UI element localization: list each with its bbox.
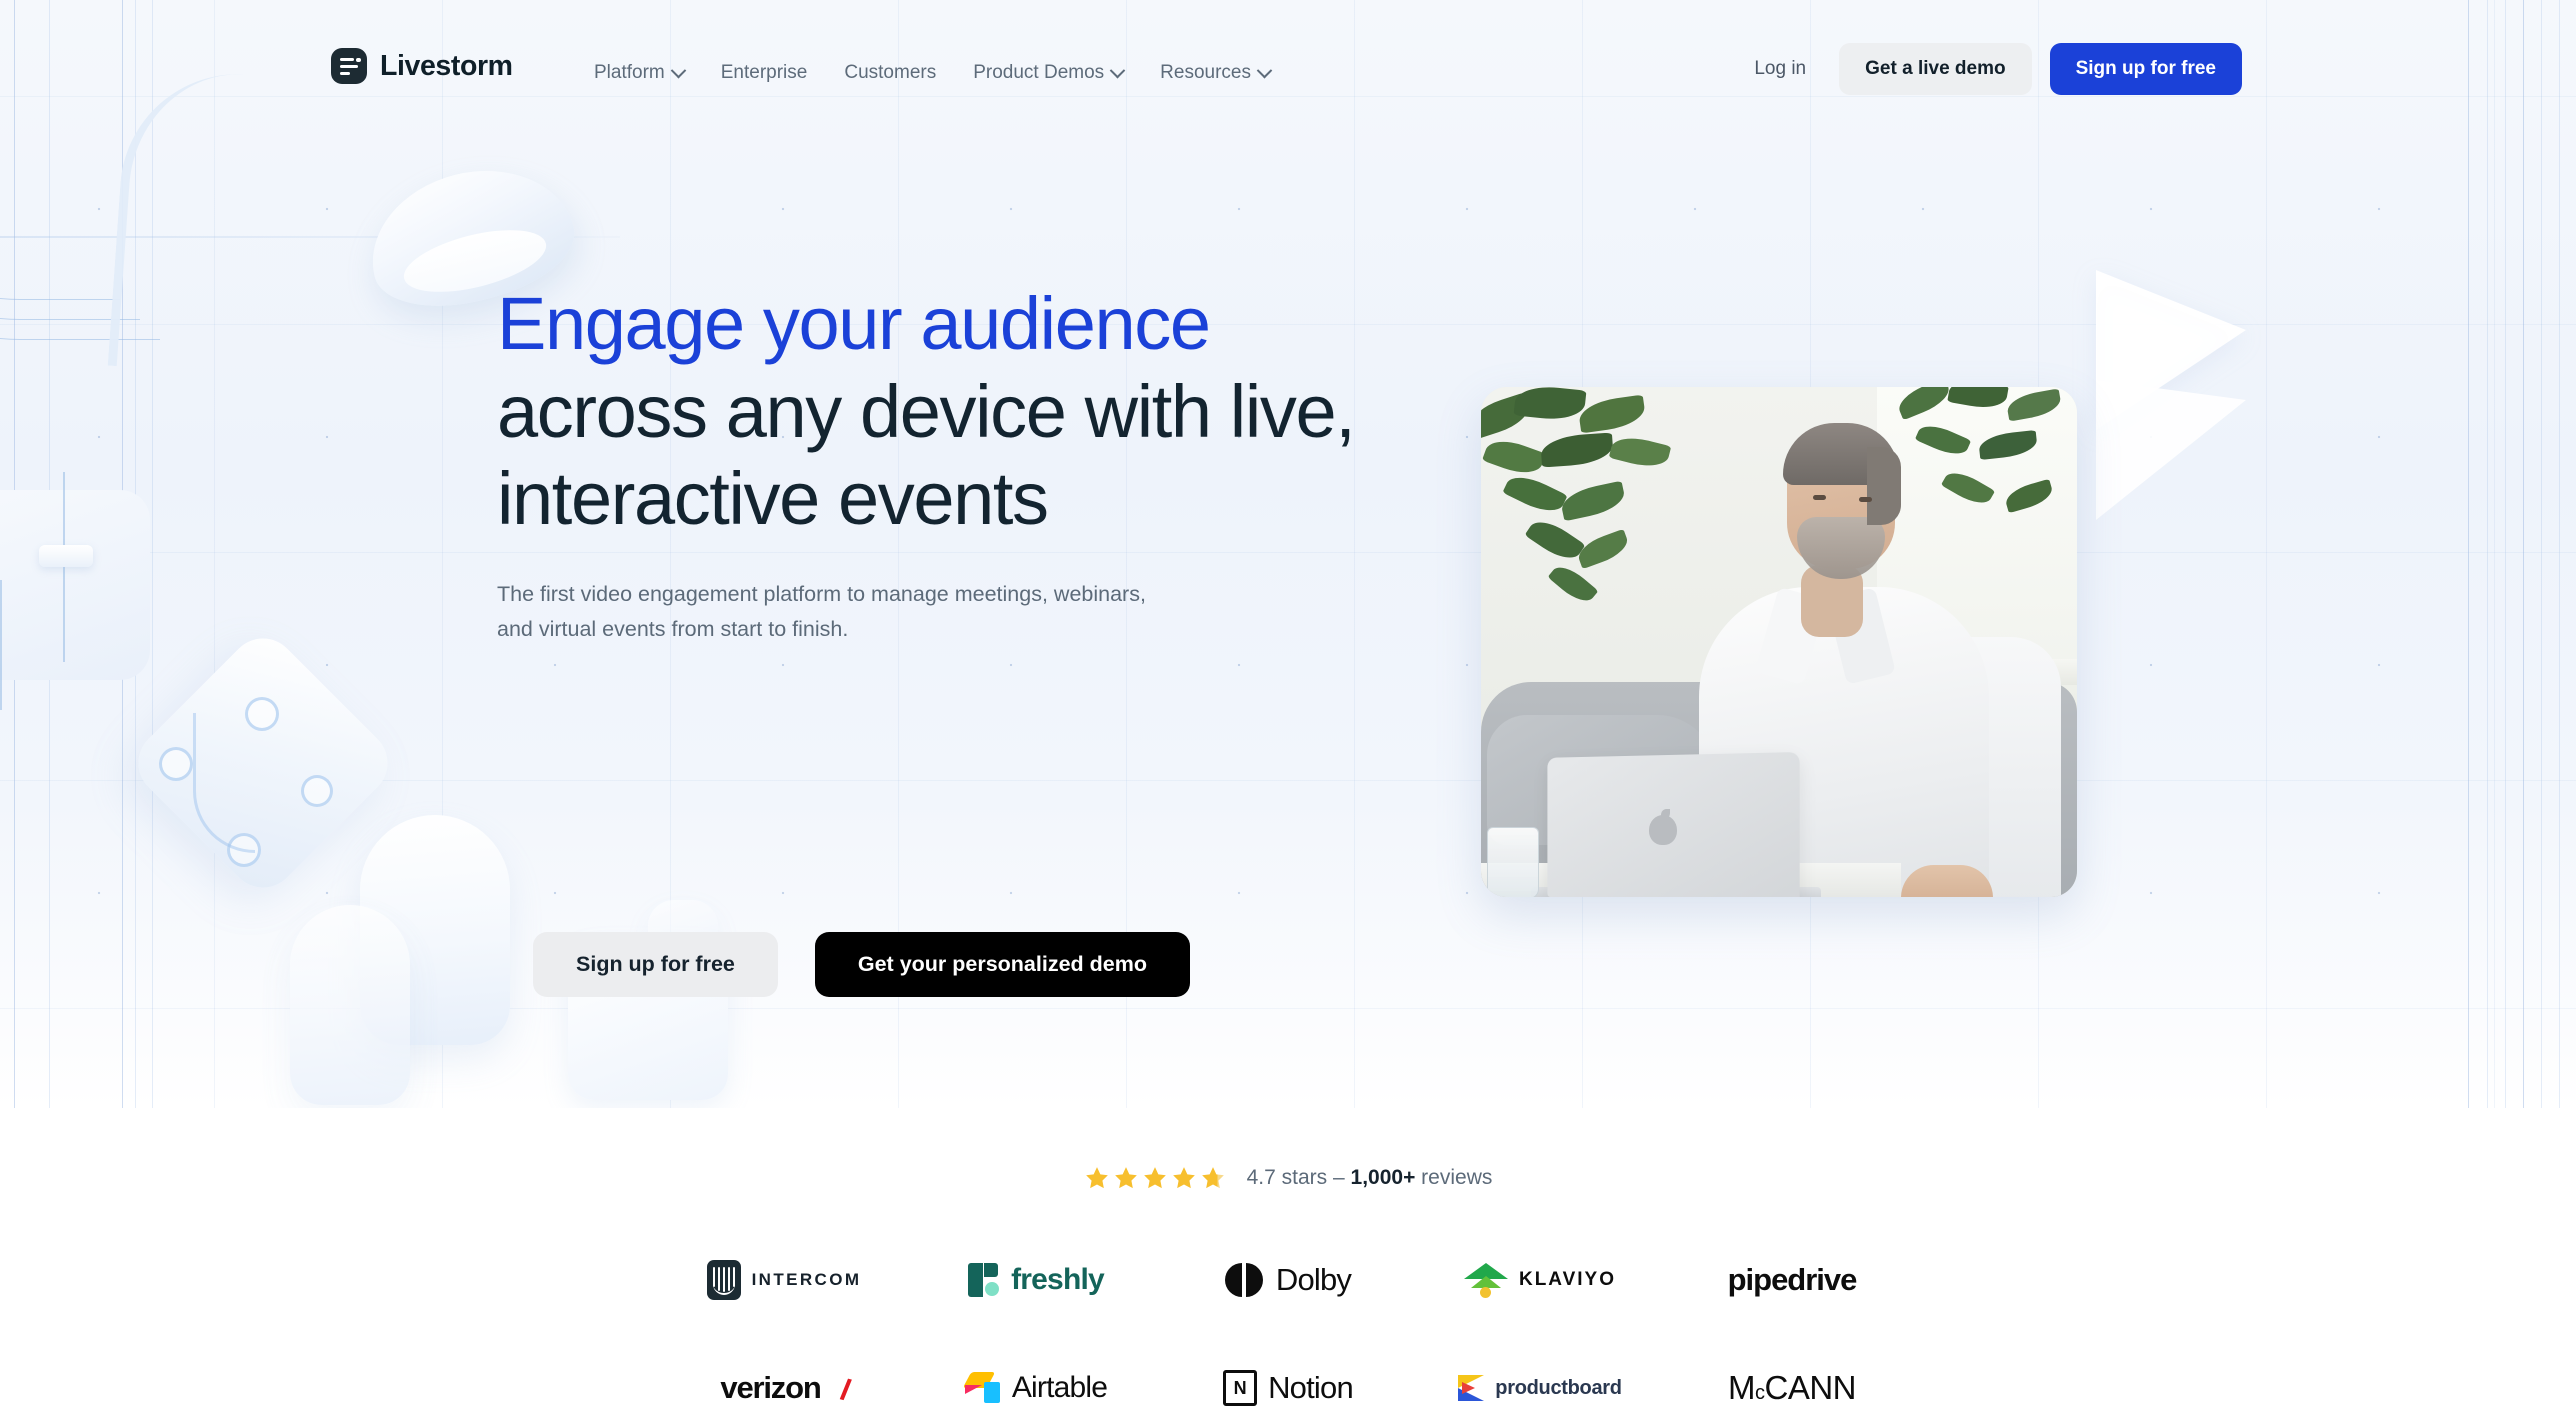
nav-item-platform[interactable]: Platform xyxy=(594,62,687,84)
rating-row: 4.7 stars – 1,000+ reviews xyxy=(0,1165,2576,1191)
hero-signup-free-button[interactable]: Sign up for free xyxy=(533,932,778,997)
deco-arrow xyxy=(2096,270,2396,530)
deco-rvline-6 xyxy=(2559,0,2560,1108)
nav-item-customers[interactable]: Customers xyxy=(844,62,936,84)
nav-item-enterprise-label: Enterprise xyxy=(720,62,808,83)
review-count: 1,000+ xyxy=(1350,1166,1416,1189)
hero-personalized-demo-button[interactable]: Get your personalized demo xyxy=(814,932,1190,997)
customer-logos: INTERCOM freshly Dolby KLAVIYO pipedrive… xyxy=(658,1226,1918,1409)
deco-rvline-3 xyxy=(2505,0,2506,1108)
deco-slider-stem xyxy=(63,472,65,662)
intercom-label: INTERCOM xyxy=(751,1270,862,1289)
hero-cta-row: Sign up for free Get your personalized d… xyxy=(533,932,1190,997)
headline-rest: across any device with live, interactive… xyxy=(497,369,1356,541)
freshly-icon xyxy=(968,1263,1000,1297)
logo-airtable: Airtable xyxy=(910,1358,1162,1409)
brand-logo[interactable]: Livestorm xyxy=(331,48,513,84)
hero-image-hair-side xyxy=(1867,447,1901,525)
logo-freshly: freshly xyxy=(910,1250,1162,1310)
review-label: reviews xyxy=(1415,1166,1493,1189)
hero-image-plant-right xyxy=(1887,387,2077,561)
logo-notion: N Notion xyxy=(1162,1358,1414,1409)
headline-highlight: Engage your audience xyxy=(497,282,1211,365)
livestorm-mark-icon xyxy=(331,48,367,84)
logo-intercom: INTERCOM xyxy=(658,1250,910,1310)
rating-value: 4.7 stars xyxy=(1246,1166,1328,1189)
star-icon-5 xyxy=(1200,1165,1226,1191)
hero-image-apple-logo-icon xyxy=(1649,815,1677,845)
notion-icon: N xyxy=(1223,1370,1258,1406)
airtable-icon xyxy=(962,1372,1001,1404)
star-icon-4 xyxy=(1171,1165,1197,1191)
logo-mccann: McCANN xyxy=(1666,1358,1918,1409)
verizon-label: verizon xyxy=(720,1370,821,1405)
logo-verizon: verizon xyxy=(658,1358,910,1409)
nav-links: Platform Enterprise Customers Product De… xyxy=(594,62,1273,84)
productboard-label: productboard xyxy=(1495,1376,1622,1399)
notion-icon-letter: N xyxy=(1233,1377,1247,1398)
rating-text: 4.7 stars – 1,000+ reviews xyxy=(1247,1166,1493,1190)
hero-image-plant-left xyxy=(1481,387,1731,647)
nav-item-resources[interactable]: Resources xyxy=(1160,62,1273,84)
logo-productboard: productboard xyxy=(1414,1358,1666,1409)
page-root: Livestorm Platform Enterprise Customers … xyxy=(0,0,2576,1409)
nav-item-platform-label: Platform xyxy=(594,62,665,83)
logo-dolby: Dolby xyxy=(1162,1250,1414,1310)
pipedrive-label: pipedrive xyxy=(1727,1262,1858,1297)
dolby-icon xyxy=(1224,1263,1265,1297)
logo-row-2: verizon Airtable N Notion productboard M… xyxy=(658,1334,1918,1409)
logo-pipedrive: pipedrive xyxy=(1666,1250,1918,1310)
brand-name: Livestorm xyxy=(380,49,513,82)
signup-free-button[interactable]: Sign up for free xyxy=(2049,43,2242,95)
chevron-down-icon xyxy=(1256,62,1273,78)
mccann-m: M xyxy=(1727,1369,1756,1406)
hero-image xyxy=(1481,387,2077,897)
hero-subcopy: The first video engagement platform to m… xyxy=(497,582,1146,642)
mccann-cann: CANN xyxy=(1764,1369,1856,1406)
get-live-demo-button[interactable]: Get a live demo xyxy=(1839,43,2032,95)
hero-image-eye-right xyxy=(1859,497,1872,502)
hero-image-eye-left xyxy=(1813,495,1826,500)
deco-rvline-4 xyxy=(2523,0,2524,1108)
mccann-label: McCANN xyxy=(1727,1369,1857,1407)
page-title: Engage your audience across any device w… xyxy=(497,280,1427,543)
logo-row-1: INTERCOM freshly Dolby KLAVIYO pipedrive xyxy=(658,1226,1918,1334)
nav-actions: Log in Get a live demo Sign up for free xyxy=(1754,43,2242,95)
chevron-down-icon xyxy=(1109,62,1126,78)
productboard-icon xyxy=(1458,1375,1485,1401)
deco-slider-stem-2 xyxy=(0,580,2,710)
nav-item-enterprise[interactable]: Enterprise xyxy=(721,62,808,84)
hero-image-water-glass xyxy=(1487,827,1539,897)
star-icon-3 xyxy=(1142,1165,1168,1191)
chevron-down-icon xyxy=(670,62,687,78)
star-rating xyxy=(1084,1165,1226,1191)
star-icon-1 xyxy=(1084,1165,1110,1191)
login-link[interactable]: Log in xyxy=(1754,58,1806,80)
star-icon-2 xyxy=(1113,1165,1139,1191)
airtable-label: Airtable xyxy=(1011,1371,1108,1404)
nav-item-customers-label: Customers xyxy=(844,62,937,83)
nav-item-resources-label: Resources xyxy=(1160,62,1251,83)
notion-label: Notion xyxy=(1268,1370,1354,1405)
freshly-label: freshly xyxy=(1011,1263,1105,1296)
rating-separator: – xyxy=(1327,1166,1351,1189)
dolby-label: Dolby xyxy=(1275,1262,1352,1297)
deco-rvline-2 xyxy=(2487,0,2488,1108)
nav-item-product-demos-label: Product Demos xyxy=(973,62,1105,83)
top-navigation: Livestorm Platform Enterprise Customers … xyxy=(0,0,2576,156)
deco-rvline-1 xyxy=(2468,0,2469,1108)
deco-hrule xyxy=(0,236,620,238)
intercom-icon xyxy=(706,1260,741,1300)
hero-copy: Engage your audience across any device w… xyxy=(497,280,1427,647)
logo-klaviyo: KLAVIYO xyxy=(1414,1250,1666,1310)
deco-rvline-5 xyxy=(2541,0,2542,1108)
nav-item-product-demos[interactable]: Product Demos xyxy=(973,62,1126,84)
deco-slider-knob xyxy=(39,545,93,567)
klaviyo-label: KLAVIYO xyxy=(1518,1269,1617,1290)
klaviyo-icon xyxy=(1463,1263,1508,1298)
verizon-check-icon xyxy=(829,1375,852,1401)
social-proof-section: 4.7 stars – 1,000+ reviews INTERCOM fres… xyxy=(0,1108,2576,1409)
